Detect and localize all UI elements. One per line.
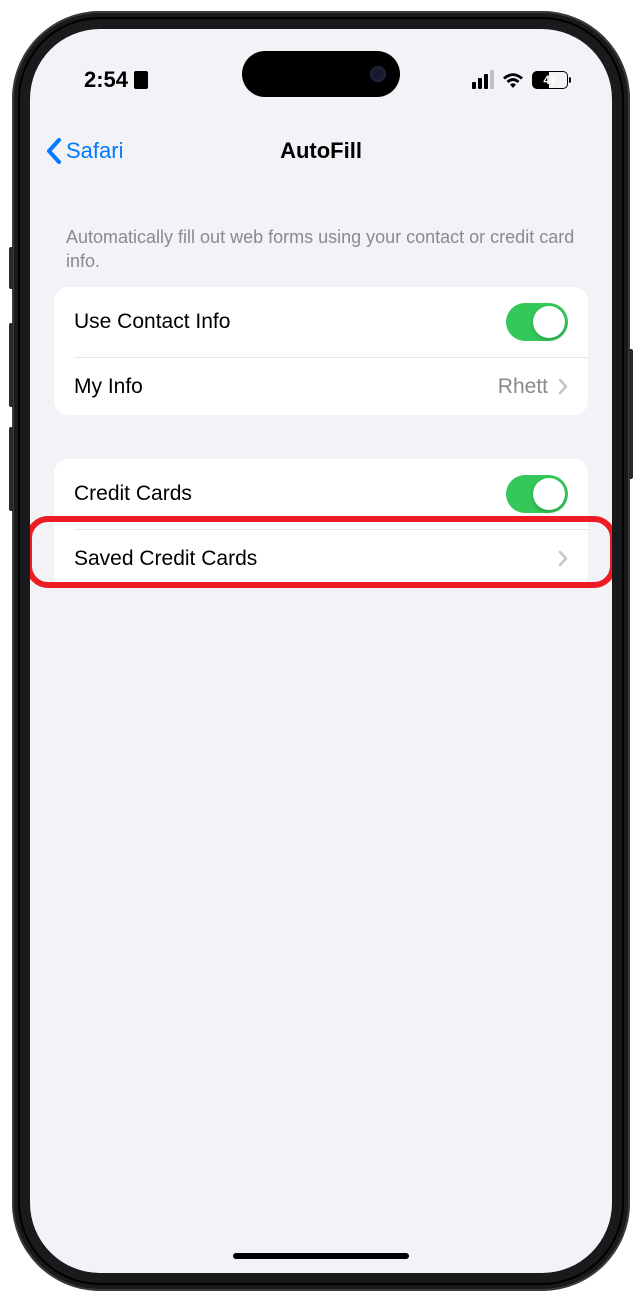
chevron-left-icon — [46, 138, 62, 164]
my-info-row[interactable]: My Info Rhett — [74, 357, 588, 415]
cellular-icon — [472, 70, 494, 89]
credit-cards-group: Credit Cards Saved Credit Cards — [54, 459, 588, 587]
back-label: Safari — [66, 138, 123, 164]
saved-credit-cards-label: Saved Credit Cards — [74, 547, 257, 571]
battery-icon: 47 — [532, 71, 568, 89]
screen: 2:54 47 Safari A — [30, 29, 612, 1273]
use-contact-info-toggle[interactable] — [506, 303, 568, 341]
saved-credit-cards-row[interactable]: Saved Credit Cards — [74, 529, 588, 587]
my-info-value: Rhett — [498, 375, 548, 399]
silent-switch — [9, 247, 13, 289]
volume-up-button — [9, 323, 13, 407]
back-button[interactable]: Safari — [46, 138, 123, 164]
battery-percentage: 47 — [543, 73, 556, 87]
settings-content: Automatically fill out web forms using y… — [30, 187, 612, 1273]
wifi-icon — [502, 72, 524, 88]
status-time: 2:54 — [84, 67, 128, 93]
section-description: Automatically fill out web forms using y… — [54, 187, 588, 288]
contact-card-icon — [134, 71, 148, 89]
navigation-bar: Safari AutoFill — [30, 115, 612, 187]
status-indicators: 47 — [472, 70, 568, 89]
volume-down-button — [9, 427, 13, 511]
credit-cards-row[interactable]: Credit Cards — [54, 459, 588, 529]
use-contact-info-row[interactable]: Use Contact Info — [54, 287, 588, 357]
saved-credit-cards-disclosure — [558, 550, 568, 567]
power-button — [629, 349, 633, 479]
front-camera — [370, 66, 386, 82]
my-info-value-container: Rhett — [498, 375, 568, 399]
use-contact-info-label: Use Contact Info — [74, 310, 230, 334]
credit-cards-toggle[interactable] — [506, 475, 568, 513]
home-indicator[interactable] — [233, 1253, 409, 1259]
chevron-right-icon — [558, 378, 568, 395]
credit-cards-label: Credit Cards — [74, 482, 192, 506]
status-time-area: 2:54 — [84, 67, 148, 93]
contact-info-group: Use Contact Info My Info Rhett — [54, 287, 588, 415]
phone-frame: 2:54 47 Safari A — [12, 11, 630, 1291]
chevron-right-icon — [558, 550, 568, 567]
dynamic-island — [242, 51, 400, 97]
page-title: AutoFill — [280, 138, 362, 164]
my-info-label: My Info — [74, 375, 143, 399]
